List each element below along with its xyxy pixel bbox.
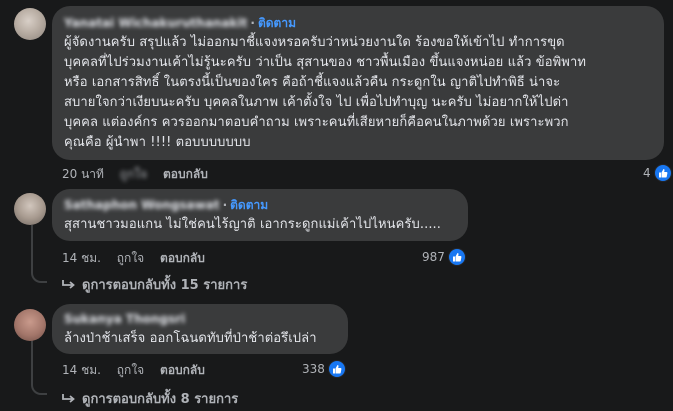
comment-text: ล้างป่าช้าเสร็จ ออกโฉนดทับที่ป่าช้าต่อรึ… (64, 331, 317, 346)
comment-bubble: Sathaphon Wongsawat · ติดตาม สุสานชาวมอแกน… (52, 189, 468, 241)
follow-button[interactable]: ติดตาม (230, 198, 268, 212)
thread-line (31, 225, 33, 269)
comment-author[interactable]: Sathaphon Wongsawat (64, 198, 220, 212)
view-replies-link[interactable]: ดูการตอบกลับทั้ง 8 รายการ (62, 388, 238, 409)
avatar[interactable] (14, 193, 46, 225)
avatar[interactable] (14, 8, 46, 40)
comment-author-line: Sathaphon Wongsawat · ติดตาม (64, 197, 456, 213)
reaction-summary[interactable]: 4 (643, 164, 672, 182)
thread-curve (31, 381, 47, 395)
reply-arrow-icon (62, 393, 75, 403)
comment-author-line: Sukanya Thongsri (64, 311, 336, 327)
reaction-count: 4 (643, 166, 651, 180)
comment-text: ผู้จัดงานครับ สรุปแล้ว ไม่ออกมาชี้แจงหรอ… (64, 35, 587, 150)
avatar[interactable] (14, 309, 46, 341)
comment-1: Yanatai Wichakuruthanakit · ติดตาม ผู้จัดง… (0, 0, 673, 185)
like-button[interactable]: ถูกใจ (117, 251, 144, 265)
comment-bubble: Sukanya Thongsri ล้างป่าช้าเสร็จ ออกโฉนด… (52, 304, 348, 354)
comment-2: Sathaphon Wongsawat · ติดตาม สุสานชาวมอแกน… (0, 185, 673, 297)
comment-bubble: Yanatai Wichakuruthanakit · ติดตาม ผู้จัดง… (52, 6, 664, 160)
comment-time[interactable]: 14 ชม. (62, 251, 101, 265)
comment-text: สุสานชาวมอแกน ไม่ใช่คนไร้ญาติ เอากระดูกแ… (64, 217, 442, 232)
reaction-summary[interactable]: 338 (302, 360, 346, 378)
reply-button[interactable]: ตอบกลับ (160, 363, 205, 377)
thread-line (31, 337, 33, 381)
separator-dot: · (250, 16, 255, 30)
comment-actions: 14 ชม. ถูกใจ ตอบกลับ (62, 249, 217, 268)
reaction-summary[interactable]: 987 (422, 248, 466, 266)
like-icon (327, 360, 346, 378)
like-button[interactable]: ถูกใจ (117, 363, 144, 377)
comment-author[interactable]: Yanatai Wichakuruthanakit (64, 16, 247, 30)
reaction-count: 338 (302, 362, 325, 376)
reply-arrow-icon (62, 279, 75, 289)
reply-button[interactable]: ตอบกลับ (163, 167, 208, 181)
comment-actions: 20 นาที ถูกใจ ตอบกลับ (62, 165, 220, 184)
reply-button[interactable]: ตอบกลับ (160, 251, 205, 265)
separator-dot: · (222, 198, 228, 212)
view-replies-label: ดูการตอบกลับทั้ง 8 รายการ (82, 392, 239, 407)
view-replies-link[interactable]: ดูการตอบกลับทั้ง 15 รายการ (62, 274, 247, 295)
comment-time[interactable]: 20 นาที (62, 167, 104, 181)
reaction-count: 987 (422, 250, 445, 264)
comment-author-line: Yanatai Wichakuruthanakit · ติดตาม (64, 15, 652, 31)
like-icon (653, 164, 672, 182)
thread-curve (31, 269, 47, 283)
comment-author[interactable]: Sukanya Thongsri (64, 312, 185, 326)
like-icon (447, 248, 466, 266)
like-button[interactable]: ถูกใจ (120, 167, 147, 181)
comment-actions: 14 ชม. ถูกใจ ตอบกลับ (62, 361, 217, 380)
comment-3: Sukanya Thongsri ล้างป่าช้าเสร็จ ออกโฉนด… (0, 297, 673, 411)
view-replies-label: ดูการตอบกลับทั้ง 15 รายการ (82, 278, 248, 293)
follow-button[interactable]: ติดตาม (258, 16, 296, 30)
comment-time[interactable]: 14 ชม. (62, 363, 101, 377)
